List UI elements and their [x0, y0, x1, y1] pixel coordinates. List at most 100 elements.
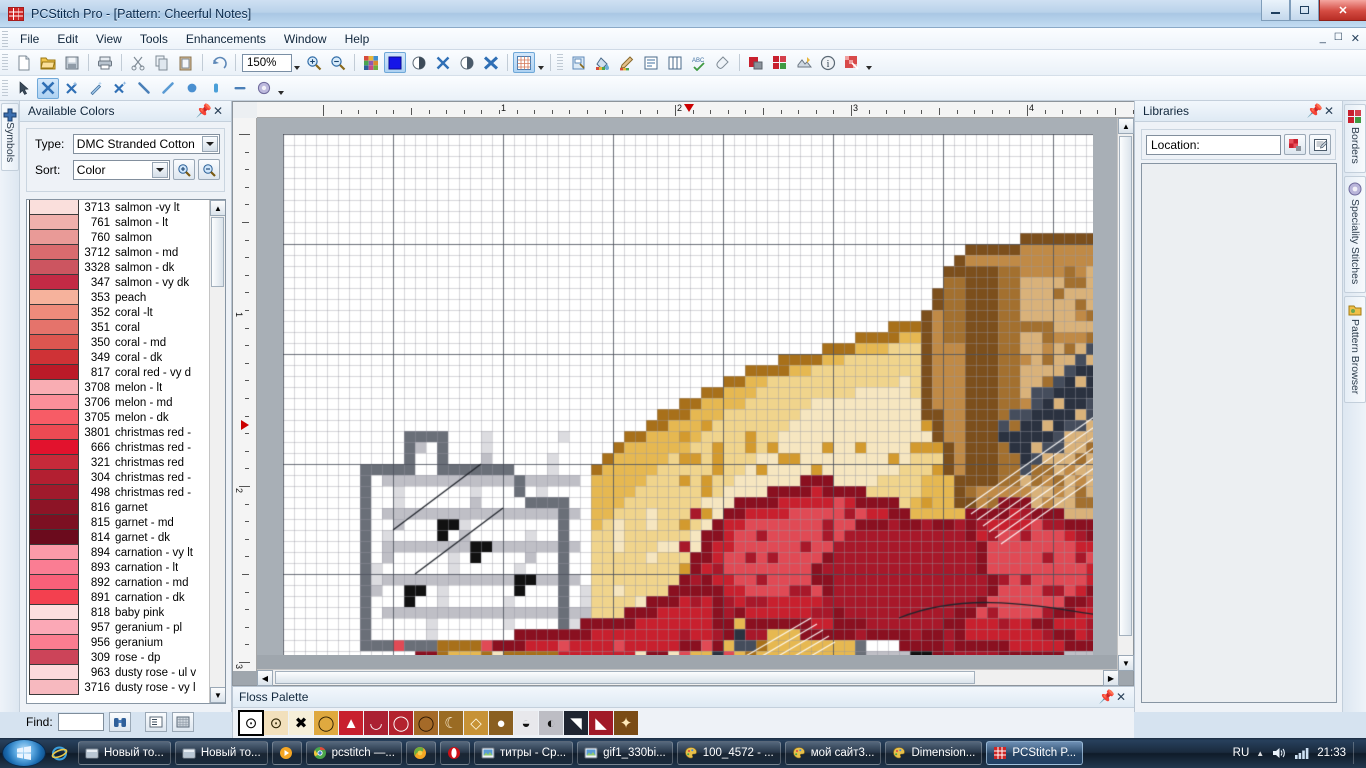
menu-item-tools[interactable]: Tools [131, 29, 177, 49]
new-button[interactable] [13, 52, 35, 73]
zoom-dropdown-arrow[interactable] [292, 53, 302, 73]
color-list-item[interactable]: 350 coral - md [27, 335, 210, 350]
dock-tab-speciality-stitches[interactable]: Speciality Stitches [1344, 175, 1366, 293]
color-list-item[interactable]: 349 coral - dk [27, 350, 210, 365]
show-hidden-icons-button[interactable]: ▲ [1256, 749, 1264, 758]
color-list-item[interactable]: 3713 salmon -vy lt [27, 200, 210, 215]
color-list-scrollbar[interactable]: ▲ ▼ [209, 200, 225, 703]
taskbar-clock[interactable]: 21:33 [1317, 747, 1346, 759]
color-list-item[interactable]: 761 salmon - lt [27, 215, 210, 230]
mdi-minimize-button[interactable]: _ [1320, 32, 1326, 45]
color-swatch[interactable] [29, 485, 79, 500]
color-list-item[interactable]: 3712 salmon - md [27, 245, 210, 260]
color-swatch[interactable] [29, 290, 79, 305]
grid-options-arrow[interactable] [536, 53, 546, 73]
floss-swatch[interactable]: ✦ [614, 711, 638, 735]
network-bars-icon[interactable] [1294, 746, 1310, 760]
color-list-item[interactable]: 956 geranium [27, 635, 210, 650]
taskbar-item[interactable]: Dimension... [885, 741, 983, 765]
hscroll-thumb[interactable] [275, 671, 975, 684]
color-list-item[interactable]: 3716 dusty rose - vy l [27, 680, 210, 695]
zoom-out-button[interactable] [327, 52, 349, 73]
scroll-up-button[interactable]: ▲ [210, 200, 225, 216]
menu-item-file[interactable]: File [11, 29, 48, 49]
sort-select[interactable]: Color [72, 159, 171, 180]
taskbar-item[interactable]: мой сайт3... [784, 741, 882, 765]
color-list-item[interactable]: 891 carnation - dk [27, 590, 210, 605]
color-list[interactable]: 3713 salmon -vy lt 761 salmon - lt 760 salmon… [26, 199, 226, 704]
color-swatch[interactable] [29, 395, 79, 410]
menu-item-edit[interactable]: Edit [48, 29, 87, 49]
color-list-item[interactable]: 498 christmas red - [27, 485, 210, 500]
list-view-button[interactable] [144, 712, 167, 732]
pin-icon[interactable]: 📌 [1307, 103, 1323, 119]
floss-swatch[interactable]: ◯ [314, 711, 338, 735]
library-properties-button[interactable] [1309, 134, 1331, 155]
chevron-down-icon[interactable] [202, 136, 218, 152]
horizontal-scrollbar[interactable]: ◀ ▶ [257, 669, 1119, 686]
dock-tab-symbols[interactable]: Symbols [1, 103, 19, 172]
color-list-item[interactable]: 815 garnet - md [27, 515, 210, 530]
toolbar-overflow-arrow[interactable] [864, 53, 874, 73]
zoom-out-button[interactable] [198, 159, 221, 180]
floss-swatch[interactable]: ◥ [564, 711, 588, 735]
taskbar-item[interactable] [405, 741, 436, 765]
color-swatch[interactable] [29, 200, 79, 215]
sparkle-stitch-tool[interactable] [109, 78, 131, 99]
french-knot-tool[interactable] [181, 78, 203, 99]
color-swatch[interactable] [29, 275, 79, 290]
close-icon[interactable]: ✕ [1114, 689, 1128, 705]
maximize-restore-button[interactable] [1290, 0, 1319, 21]
color-swatch[interactable] [29, 380, 79, 395]
color-list-item[interactable]: 957 geranium - pl [27, 620, 210, 635]
menu-item-enhancements[interactable]: Enhancements [177, 29, 275, 49]
color-list-item[interactable]: 894 carnation - vy lt [27, 545, 210, 560]
color-swatch[interactable] [29, 305, 79, 320]
select-arrow-tool[interactable] [13, 78, 35, 99]
color-swatch[interactable] [29, 500, 79, 515]
color-list-item[interactable]: 818 baby pink [27, 605, 210, 620]
color-list-item[interactable]: 963 dusty rose - ul v [27, 665, 210, 680]
color-swatch[interactable] [29, 620, 79, 635]
library-content-list[interactable] [1141, 163, 1337, 703]
scroll-right-button[interactable]: ▶ [1103, 670, 1119, 686]
close-icon[interactable]: ✕ [1322, 103, 1336, 119]
color-list-item[interactable]: 351 coral [27, 320, 210, 335]
speaker-icon[interactable] [1271, 746, 1287, 760]
pin-icon[interactable]: 📌 [1099, 689, 1115, 705]
view-symbols-button[interactable] [432, 52, 454, 73]
import-image-button[interactable] [793, 52, 815, 73]
bead-tool[interactable] [205, 78, 227, 99]
color-swatch[interactable] [29, 605, 79, 620]
pin-icon[interactable]: 📌 [196, 103, 212, 119]
color-list-item[interactable]: 666 christmas red - [27, 440, 210, 455]
menu-item-help[interactable]: Help [336, 29, 379, 49]
chevron-down-icon[interactable] [152, 161, 169, 178]
color-swatch[interactable] [29, 335, 79, 350]
color-swatch[interactable] [29, 665, 79, 680]
taskbar-item[interactable]: PCStitch P... [986, 741, 1084, 765]
partial-stitch-tool[interactable] [61, 78, 83, 99]
dock-tab-borders[interactable]: Borders [1344, 104, 1366, 173]
save-button[interactable] [61, 52, 83, 73]
speciality-stitch-tool[interactable] [253, 78, 275, 99]
color-swatch[interactable] [29, 590, 79, 605]
color-list-item[interactable]: 3708 melon - lt [27, 380, 210, 395]
color-swatch[interactable] [29, 350, 79, 365]
color-list-item[interactable]: 816 garnet [27, 500, 210, 515]
undo-button[interactable] [208, 52, 230, 73]
menubar-grip[interactable] [2, 30, 8, 47]
info-button[interactable]: i [817, 52, 839, 73]
color-list-item[interactable]: 3706 melon - md [27, 395, 210, 410]
color-swatch[interactable] [29, 530, 79, 545]
copy-button[interactable] [151, 52, 173, 73]
floss-swatch[interactable]: ⊙ [264, 711, 288, 735]
quicklaunch-internet-explorer[interactable] [46, 740, 72, 766]
toolbar-grip[interactable] [2, 54, 8, 71]
pattern-stamp-button[interactable] [568, 52, 590, 73]
pattern-properties-button[interactable] [745, 52, 767, 73]
dock-tab-pattern-browser[interactable]: Pattern Browser [1344, 295, 1366, 404]
open-folder-button[interactable] [37, 52, 59, 73]
scroll-down-button[interactable]: ▼ [210, 687, 225, 703]
color-list-item[interactable]: 321 christmas red [27, 455, 210, 470]
